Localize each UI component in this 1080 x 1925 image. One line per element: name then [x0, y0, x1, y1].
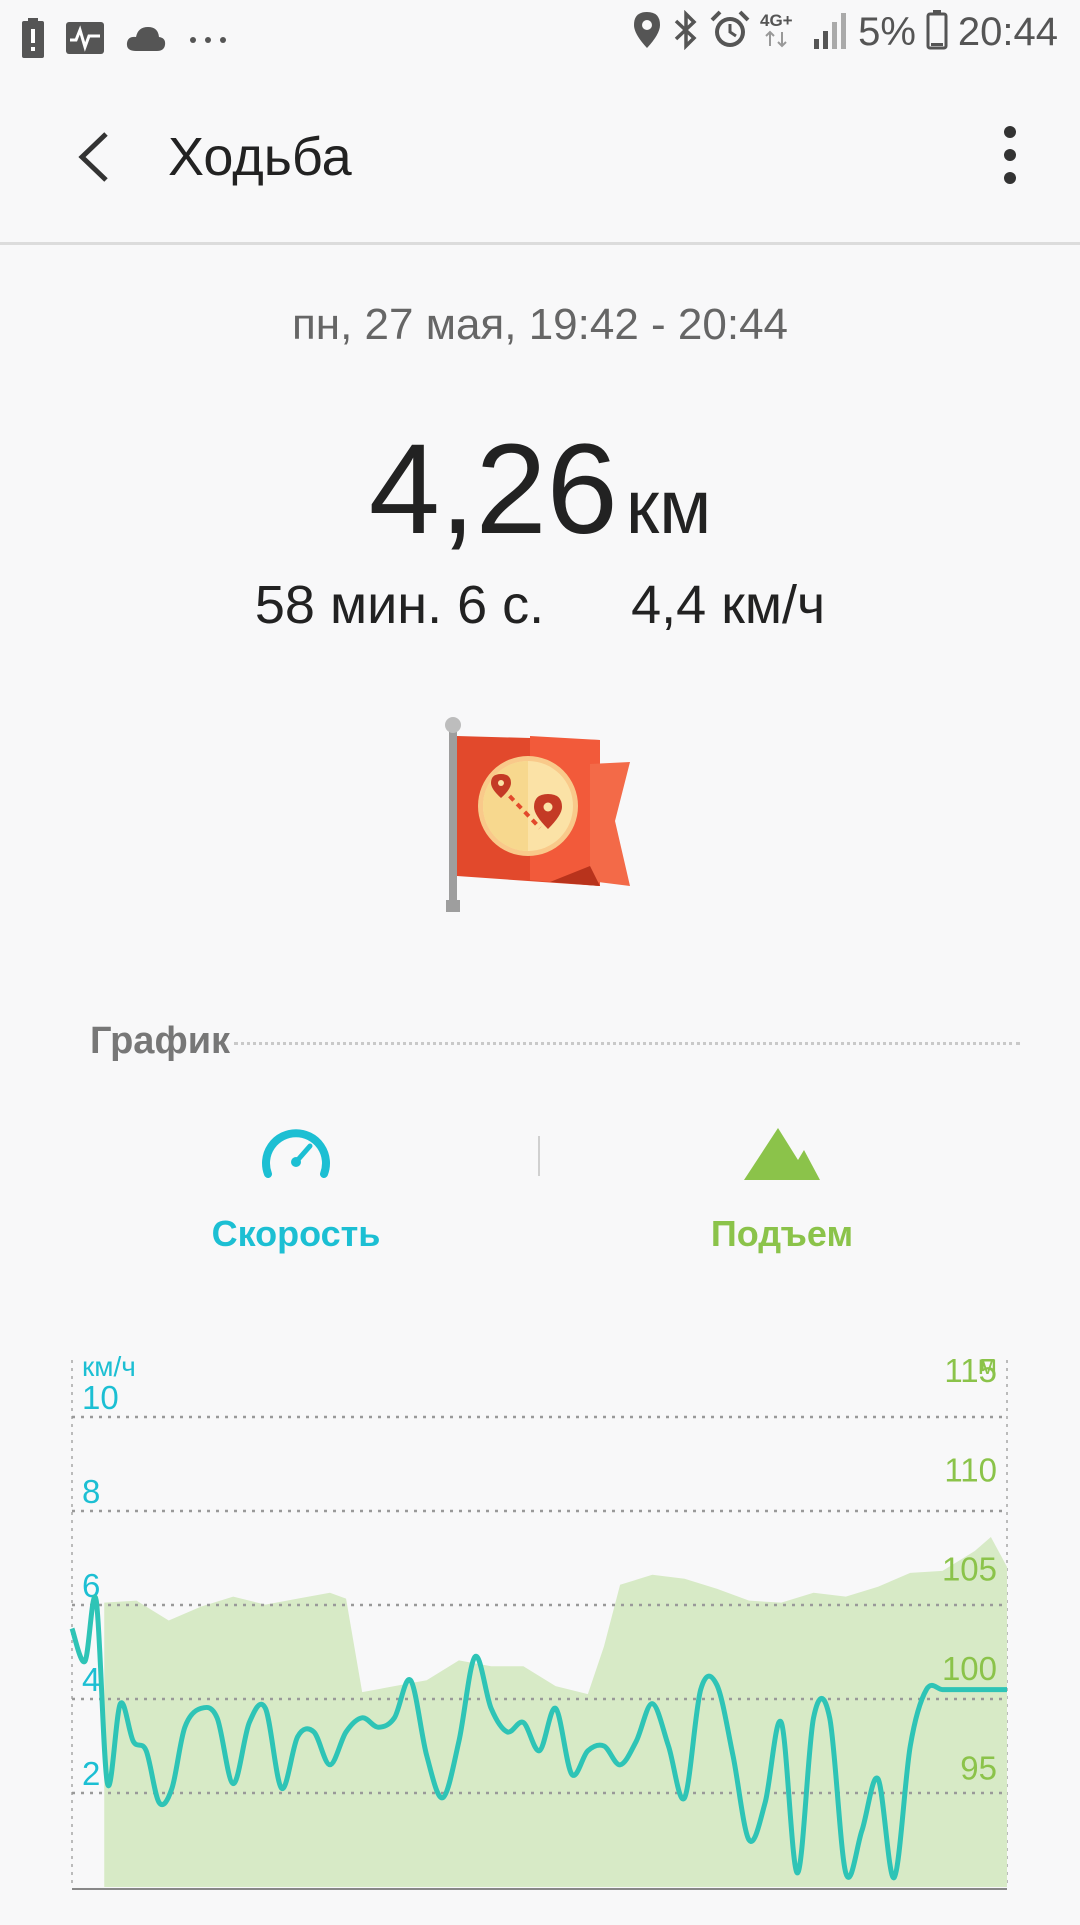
left-tick-label: 4 [82, 1661, 100, 1698]
tab-elevation-label: Подъем [710, 1213, 854, 1254]
left-tick-label: 8 [82, 1473, 100, 1510]
speed-elevation-chart: 2 4 6 8 10 95 100 105 110 115 км/ч м [0, 1340, 1080, 1920]
cloud-icon [126, 25, 166, 56]
speedometer-icon [258, 1120, 334, 1189]
bluetooth-icon [672, 9, 700, 55]
status-bar: 4G+ 5% 20:44 [0, 0, 1080, 78]
right-axis-unit: м [978, 1349, 997, 1380]
distance-value: 4,26 [368, 418, 618, 561]
left-tick-label: 2 [82, 1755, 100, 1792]
alarm-icon [710, 10, 750, 55]
left-tick-label: 10 [82, 1379, 119, 1416]
battery-percent: 5% [858, 10, 916, 54]
tab-speed-label: Скорость [211, 1213, 381, 1254]
right-tick-label: 110 [944, 1451, 997, 1488]
battery-icon [926, 10, 948, 55]
avg-speed: 4,4 км/ч [631, 575, 826, 635]
section-divider [234, 1042, 1020, 1045]
more-vert-icon [980, 120, 1040, 195]
right-tick-label: 105 [942, 1551, 997, 1588]
workout-stats: 58 мин. 6 с. 4,4 км/ч [0, 574, 1080, 636]
chart-canvas: 24681095100105110115км/ч м [69, 1349, 1008, 1890]
tab-divider [538, 1136, 540, 1176]
svg-text:4G+: 4G+ [760, 11, 793, 30]
right-tick-label: 100 [942, 1650, 997, 1687]
tab-elevation[interactable]: Подъем [612, 1120, 952, 1255]
graph-section-label: График [90, 1020, 231, 1062]
duration: 58 мин. 6 с. [254, 575, 545, 635]
battery-alert-icon [22, 18, 44, 63]
left-axis-unit: км/ч [82, 1351, 136, 1382]
back-arrow-icon [62, 122, 132, 197]
workout-datetime: пн, 27 мая, 19:42 - 20:44 [291, 300, 789, 349]
back-button[interactable] [62, 122, 132, 192]
location-icon [632, 10, 662, 55]
tab-speed[interactable]: Скорость [126, 1120, 466, 1255]
network-4g-icon: 4G+ [760, 10, 804, 55]
more-dots-icon [188, 32, 228, 50]
signal-icon [814, 11, 848, 54]
mountain-icon [742, 1120, 822, 1189]
page-title: Ходьба [168, 127, 352, 187]
clock: 20:44 [957, 10, 1058, 54]
more-options-button[interactable] [980, 120, 1040, 190]
distance: 4,26 км [0, 416, 1080, 563]
health-icon [66, 22, 104, 59]
route-flag-icon [440, 716, 640, 916]
right-tick-label: 95 [960, 1750, 997, 1787]
app-bar: Ходьба [0, 78, 1080, 245]
distance-unit: км [625, 465, 712, 550]
